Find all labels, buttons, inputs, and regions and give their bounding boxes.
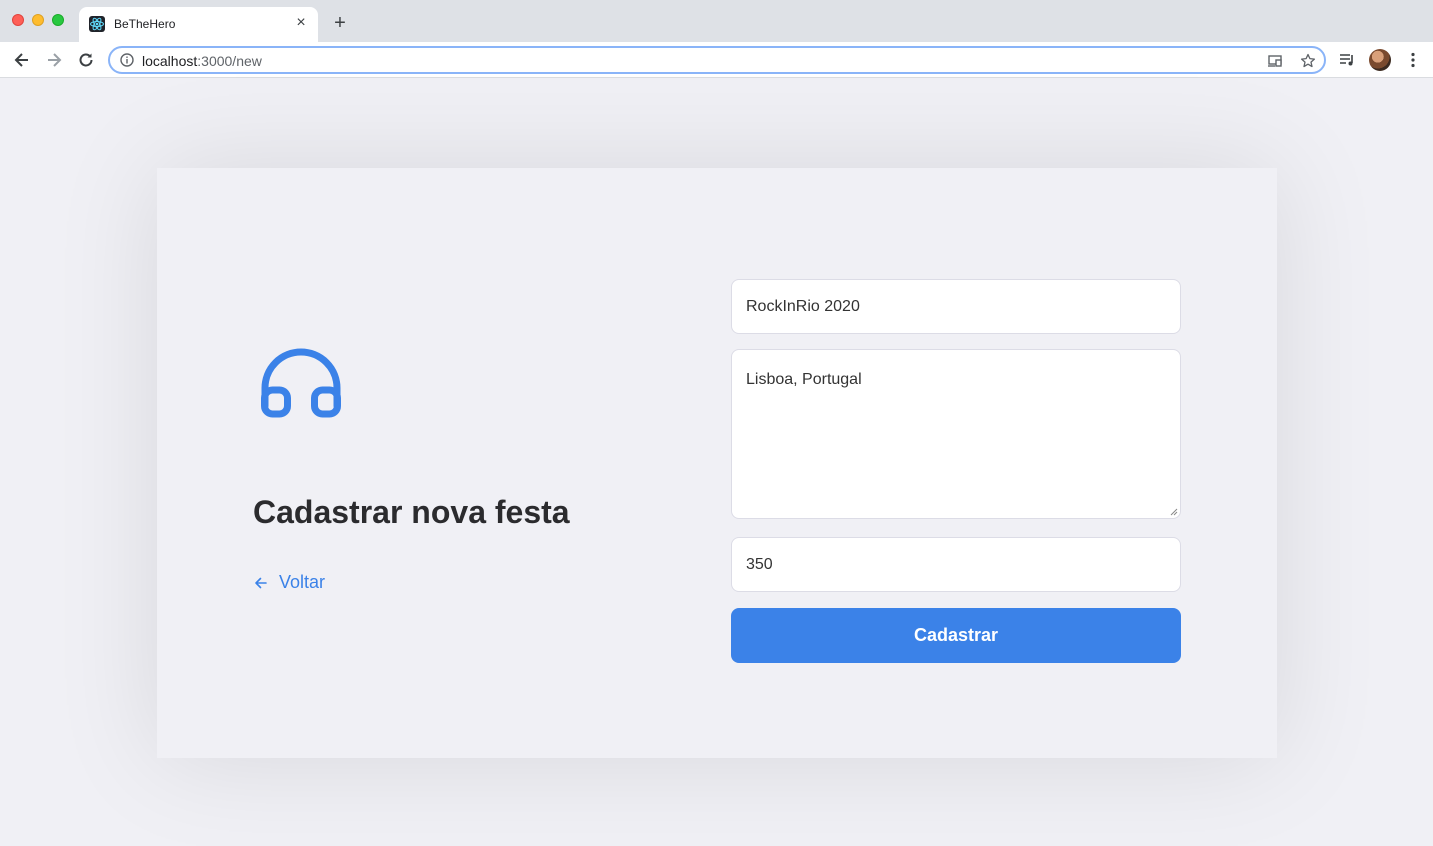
headphones-icon: [261, 348, 341, 418]
address-bar[interactable]: localhost:3000/new: [108, 46, 1326, 74]
browser-tab-active[interactable]: BeTheHero ×: [79, 7, 318, 42]
event-value-input[interactable]: 350: [731, 537, 1181, 592]
browser-tab-bar: BeTheHero × +: [0, 0, 1433, 42]
new-event-card: Cadastrar nova festa Voltar RockInRio 20…: [157, 168, 1277, 758]
resize-handle-icon[interactable]: [1170, 508, 1178, 516]
reload-icon[interactable]: [76, 50, 96, 70]
submit-button[interactable]: Cadastrar: [731, 608, 1181, 663]
back-link-label: Voltar: [279, 572, 326, 592]
new-tab-button[interactable]: +: [330, 13, 350, 33]
page-title: Cadastrar nova festa: [253, 494, 570, 530]
event-description-textarea[interactable]: Lisboa, Portugal: [731, 349, 1181, 519]
kebab-menu-icon[interactable]: [1404, 51, 1422, 69]
tab-close-icon[interactable]: ×: [292, 14, 310, 32]
back-link[interactable]: Voltar: [253, 572, 325, 593]
react-favicon-icon: [89, 16, 105, 32]
tab-title: BeTheHero: [114, 17, 176, 31]
arrow-left-icon: [255, 577, 267, 588]
star-icon[interactable]: [1300, 53, 1316, 69]
event-description-text: Lisboa, Portugal: [746, 371, 862, 388]
window-zoom-button[interactable]: [52, 14, 64, 26]
window-minimize-button[interactable]: [32, 14, 44, 26]
page-content: Cadastrar nova festa Voltar RockInRio 20…: [0, 79, 1433, 846]
info-icon[interactable]: [120, 53, 134, 67]
url-text[interactable]: localhost:3000/new: [142, 53, 262, 69]
browser-toolbar: localhost:3000/new: [0, 42, 1433, 78]
forward-arrow-icon[interactable]: [44, 50, 64, 70]
profile-avatar[interactable]: [1369, 49, 1391, 71]
window-close-button[interactable]: [12, 14, 24, 26]
cast-icon[interactable]: [1267, 53, 1283, 69]
media-queue-icon[interactable]: [1338, 51, 1356, 69]
url-path: :3000/new: [197, 53, 262, 69]
event-name-input[interactable]: RockInRio 2020: [731, 279, 1181, 334]
back-arrow-icon[interactable]: [12, 50, 32, 70]
url-host: localhost: [142, 53, 198, 69]
